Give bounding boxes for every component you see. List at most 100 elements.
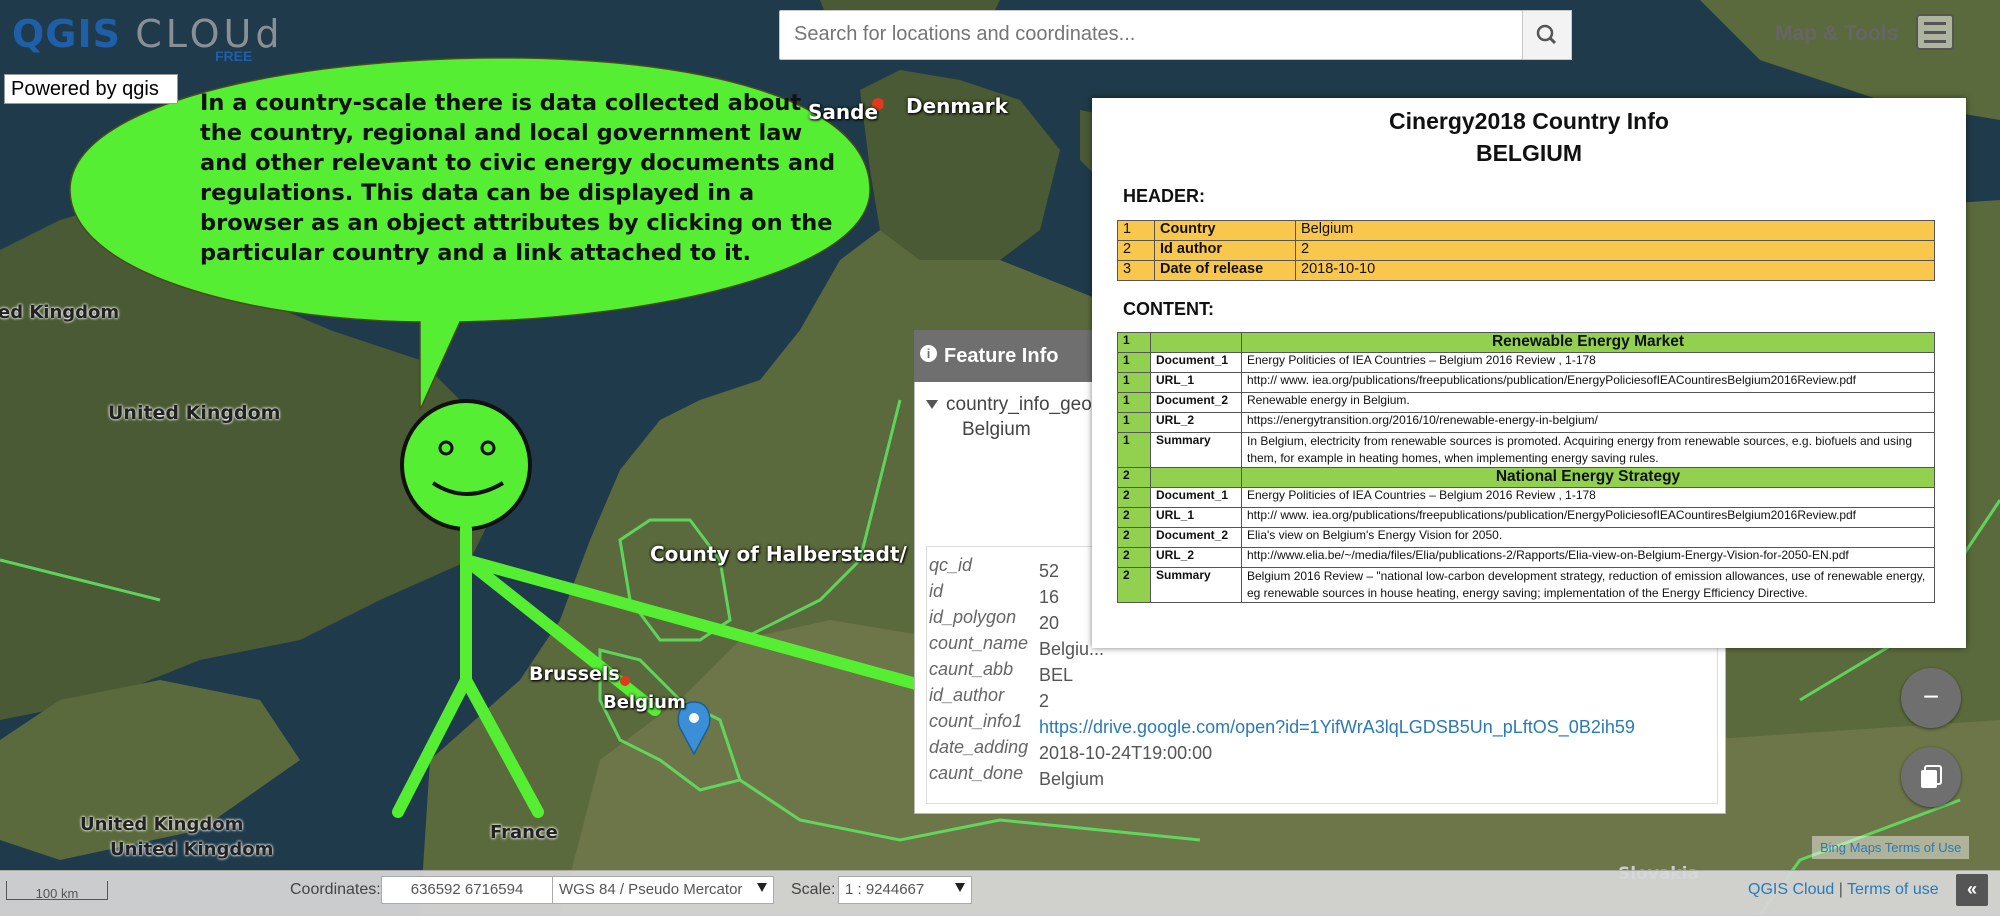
attribute-key: caunt_abb xyxy=(929,659,1014,679)
section-title: Renewable Energy Market xyxy=(1241,332,1935,353)
row-number: 1 xyxy=(1117,220,1155,241)
powered-by-label: Powered by qgis xyxy=(4,74,178,104)
collapse-button[interactable]: « xyxy=(1956,874,1988,906)
row-number: 2 xyxy=(1117,487,1151,508)
table-row: 2 Document_2 Elia's view on Belgium's Ener… xyxy=(1117,527,1935,548)
triangle-down-icon xyxy=(926,400,938,410)
attribute-key: id_author xyxy=(929,685,1005,705)
feature-info-title: Feature Info xyxy=(944,345,1059,367)
crs-select[interactable]: WGS 84 / Pseudo Mercator xyxy=(552,876,774,904)
row-number: 1 xyxy=(1117,352,1151,373)
search-input[interactable] xyxy=(780,11,1478,57)
layers-button[interactable] xyxy=(1901,747,1961,807)
row-value: Energy Politicies of IEA Countries – Bel… xyxy=(1241,352,1935,373)
table-row: 2 Id author 2 xyxy=(1117,240,1935,261)
row-value: Elia's view on Belgium's Energy Vision f… xyxy=(1241,527,1935,548)
attribute-key: id xyxy=(929,581,944,601)
row-number: 2 xyxy=(1117,240,1155,261)
row-key: Country xyxy=(1154,220,1296,241)
table-row: 1 Document_1 Energy Politicies of IEA Coun… xyxy=(1117,352,1935,373)
attribute-row: caunt_done Belgium xyxy=(929,761,1104,789)
attribute-key: qc_id xyxy=(929,555,973,575)
logo-free-text: FREE xyxy=(215,48,253,64)
row-number: 2 xyxy=(1117,567,1151,603)
row-key: Document_1 xyxy=(1150,352,1242,373)
logo-cloud-text: CLOUd xyxy=(135,12,284,56)
document-title: Cinergy2018 Country Info xyxy=(1389,108,1669,134)
map-label-united-kingdom-2: United Kingdom xyxy=(80,814,244,835)
attribute-value: BEL xyxy=(1039,665,1074,685)
row-key: Id author xyxy=(1154,240,1296,261)
terms-of-use-link[interactable]: Terms of use xyxy=(1847,881,1939,898)
info-icon: i xyxy=(920,345,937,362)
attribute-value: 52 xyxy=(1039,561,1060,581)
row-number: 2 xyxy=(1117,527,1151,548)
map-tools-label[interactable]: Map & Tools xyxy=(1775,22,1898,46)
feature-name: Belgium xyxy=(962,419,1031,440)
search-box[interactable] xyxy=(779,10,1523,60)
row-key: Document_2 xyxy=(1150,527,1242,548)
row-key: URL_1 xyxy=(1150,372,1242,393)
table-row: 1 Country Belgium xyxy=(1117,220,1935,241)
table-row: 1 URL_1 http:// www. iea.org/publications/… xyxy=(1117,372,1935,393)
row-value: Energy Politicies of IEA Countries – Bel… xyxy=(1241,487,1935,508)
footer-links: QGIS Cloud | Terms of use xyxy=(1748,881,1939,899)
attribute-row: count_name Belgiu... xyxy=(929,631,1104,659)
dropdown-arrow-icon xyxy=(955,883,965,892)
header-table: 1 Country Belgium 2 Id author 2 3 Date o… xyxy=(1117,220,1935,281)
attribute-value: 20 xyxy=(1039,613,1060,633)
row-number: 2 xyxy=(1117,467,1151,488)
country-info-document: Cinergy2018 Country Info BELGIUM HEADER:… xyxy=(1092,98,1966,648)
map-label-france: France xyxy=(490,822,558,843)
feature-info-header[interactable]: i Feature Info xyxy=(914,330,1114,382)
dropdown-arrow-icon xyxy=(757,883,767,892)
attribute-row: caunt_abb BEL xyxy=(929,657,1073,685)
zoom-out-button[interactable]: − xyxy=(1901,668,1961,728)
row-value: https://energytransition.org/2016/10/ren… xyxy=(1241,412,1935,433)
row-key: Document_2 xyxy=(1150,392,1242,413)
attribute-key: id_polygon xyxy=(929,607,1017,627)
qgis-cloud-link[interactable]: QGIS Cloud xyxy=(1748,881,1834,898)
table-row: 2 URL_2 http://www.elia.be/~/media/files/E… xyxy=(1117,547,1935,568)
row-key: URL_2 xyxy=(1150,412,1242,433)
table-row: 2 Summary Belgium 2016 Review – "national … xyxy=(1117,567,1935,603)
minus-icon: − xyxy=(1922,681,1940,712)
map-label-denmark: Denmark xyxy=(906,94,1008,118)
row-key: URL_1 xyxy=(1150,507,1242,528)
section-title: National Energy Strategy xyxy=(1241,467,1935,488)
attribute-key: count_name xyxy=(929,633,1029,653)
layers-icon xyxy=(1921,765,1942,788)
search-icon xyxy=(1536,24,1557,45)
bing-terms-link[interactable]: Bing Maps Terms of Use xyxy=(1812,836,1970,859)
row-number: 1 xyxy=(1117,392,1151,413)
table-row: 2 URL_1 http:// www. iea.org/publications/… xyxy=(1117,507,1935,528)
scale-value: 1 : 9244667 xyxy=(845,881,925,898)
section-header-row: 1 Renewable Energy Market xyxy=(1117,332,1935,353)
row-key: Document_1 xyxy=(1150,487,1242,508)
attribute-row: id_polygon 20 xyxy=(929,605,1059,633)
country-info-link[interactable]: https://drive.google.com/open?id=1YifWrA… xyxy=(1039,717,1635,737)
attribute-value: 2 xyxy=(1039,691,1050,711)
attribute-key: date_adding xyxy=(929,737,1029,757)
scale-select[interactable]: 1 : 9244667 xyxy=(838,876,972,904)
crs-value: WGS 84 / Pseudo Mercator xyxy=(559,881,743,898)
table-row: 1 Document_2 Renewable energy in Belgium. xyxy=(1117,392,1935,413)
section-header-row: 2 National Energy Strategy xyxy=(1117,467,1935,488)
map-label-brussels: Brussels xyxy=(529,663,620,685)
layer-toggle[interactable]: country_info_geo xyxy=(926,394,1092,416)
coordinates-field[interactable]: 636592 6716594 xyxy=(381,876,553,904)
search-button[interactable] xyxy=(1522,10,1572,60)
empty-cell xyxy=(1150,332,1242,353)
hamburger-menu-icon[interactable] xyxy=(1916,14,1954,50)
empty-cell xyxy=(1150,467,1242,488)
attribute-key: caunt_done xyxy=(929,763,1024,783)
table-row: 2 Document_1 Energy Politicies of IEA Coun… xyxy=(1117,487,1935,508)
row-value: 2018-10-10 xyxy=(1295,260,1935,281)
attribute-row: qc_id 52 xyxy=(929,553,1059,581)
attribute-value: Belgium xyxy=(1039,769,1105,789)
logo-qgis-text: QGIS xyxy=(12,12,122,56)
row-value: Renewable energy in Belgium. xyxy=(1241,392,1935,413)
row-value: 2 xyxy=(1295,240,1935,261)
attribute-row: count_info1 https://drive.google.com/open… xyxy=(929,709,1635,737)
content-table: 1 Renewable Energy Market 1 Document_1 Ene… xyxy=(1117,332,1935,603)
